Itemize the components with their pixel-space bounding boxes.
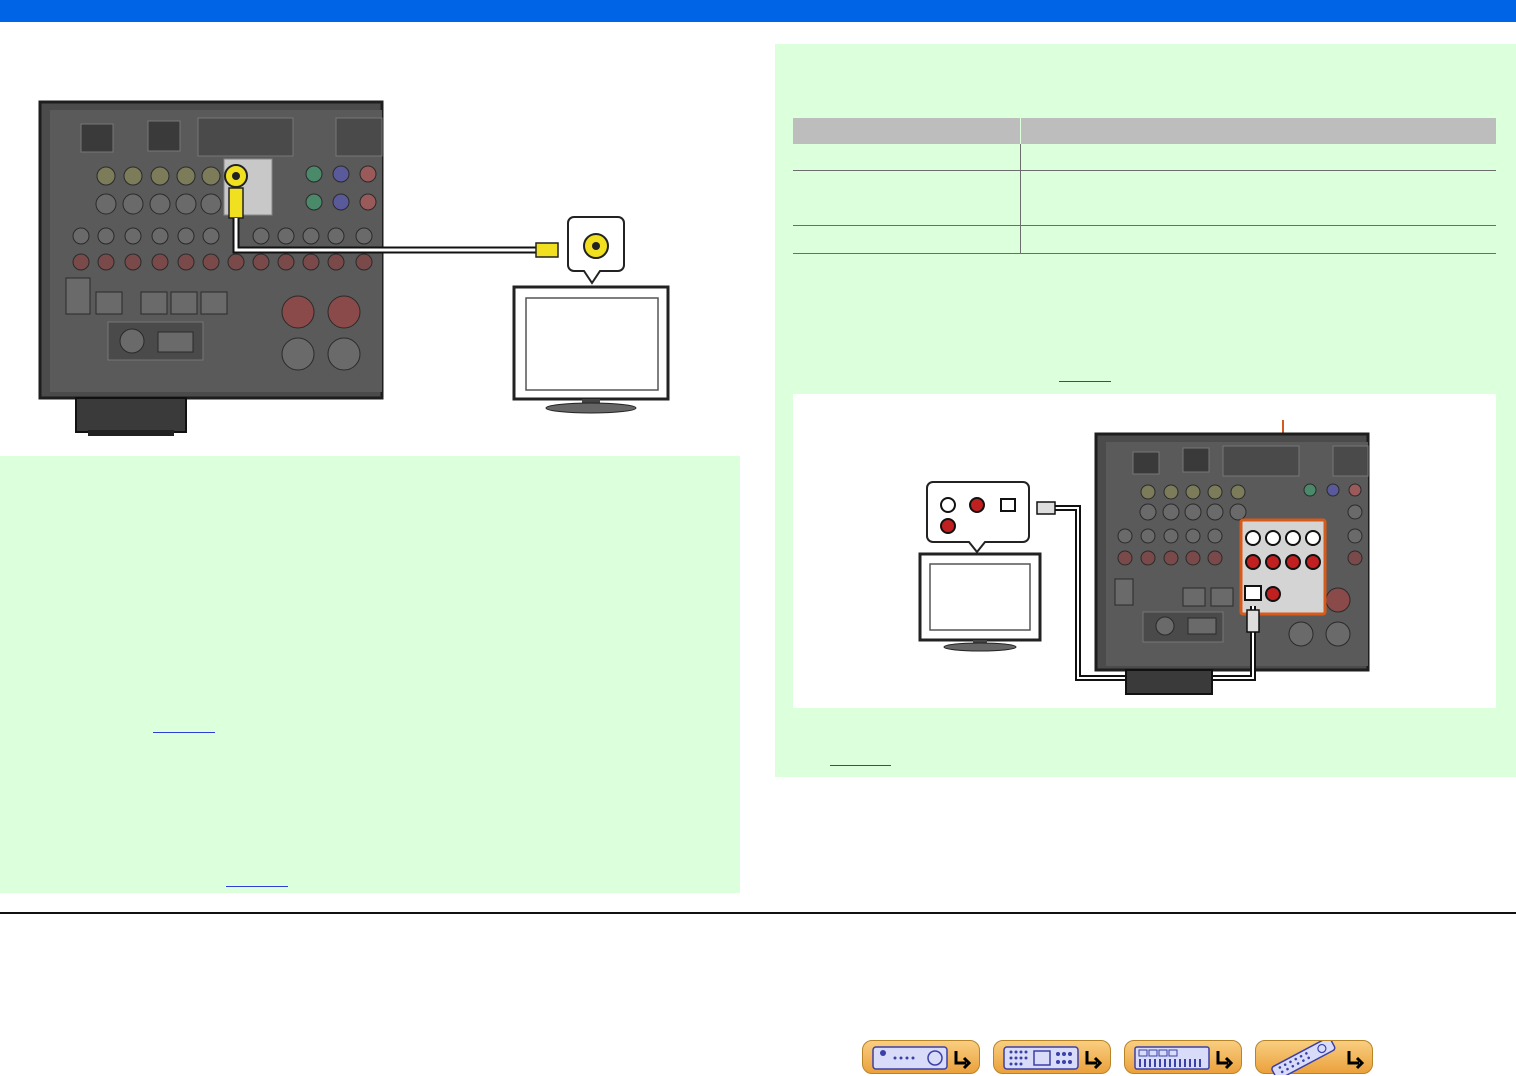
receiver-rear-icon — [1003, 1046, 1103, 1070]
table-cell — [793, 225, 1021, 254]
table-cell — [1020, 225, 1496, 254]
table-header-cell — [1020, 118, 1496, 144]
table-cell — [793, 144, 1021, 171]
page-link[interactable] — [1059, 381, 1111, 382]
nav-button-front-panel[interactable] — [862, 1040, 980, 1074]
tv-video-connection-diagram — [38, 100, 670, 436]
setting-table — [793, 118, 1496, 254]
audio-connection-figure — [793, 394, 1496, 708]
tv-audio-connection-diagram — [918, 420, 1370, 695]
table-cell — [1020, 144, 1496, 171]
page-link[interactable] — [153, 732, 215, 733]
table-cell — [793, 170, 1021, 226]
table-cell — [1020, 170, 1496, 226]
page-link[interactable] — [830, 765, 891, 766]
table-header-cell — [793, 118, 1021, 144]
remote-control-icon — [1271, 1041, 1365, 1075]
nav-button-menu[interactable] — [1124, 1040, 1242, 1074]
receiver-front-icon — [872, 1046, 972, 1070]
nav-button-rear-panel[interactable] — [993, 1040, 1111, 1074]
header-bar — [0, 0, 1516, 22]
menu-panel-icon — [1134, 1046, 1234, 1070]
footer-rule — [0, 912, 1516, 914]
page-link[interactable] — [226, 886, 288, 887]
left-note-panel — [0, 456, 740, 893]
nav-button-remote[interactable] — [1255, 1040, 1373, 1075]
